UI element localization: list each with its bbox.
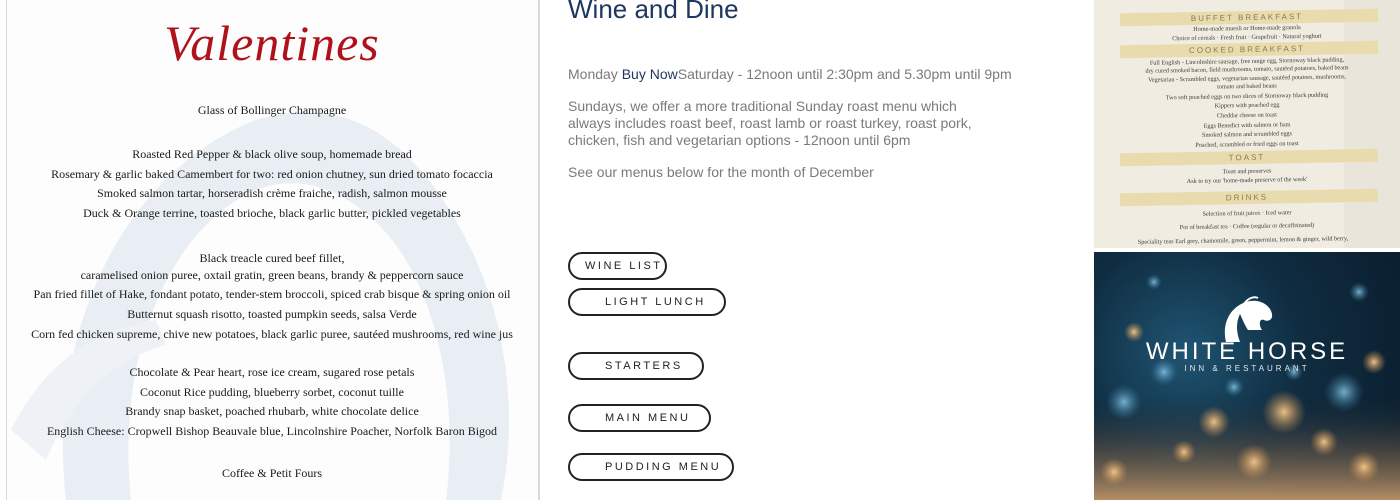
menu-line-champagne: Glass of Bollinger Champagne	[197, 103, 347, 117]
menu-title: Valentines	[164, 15, 380, 71]
menu-line-dessert: Coconut Rice pudding, blueberry sorbet, …	[140, 385, 404, 399]
menu-line-dessert: Brandy snap basket, poached rhubarb, whi…	[125, 404, 419, 418]
brand-name: WHITE HORSE	[1145, 338, 1349, 365]
white-horse-logo-photo: WHITE HORSE INN & RESTAURANT	[1094, 252, 1400, 500]
menu-line-dessert: Chocolate & Pear heart, rose ice cream, …	[129, 365, 415, 379]
horse-head-icon	[1224, 296, 1273, 342]
buy-now-link[interactable]: Buy Now	[622, 66, 678, 82]
starters-button-label: STARTERS	[605, 360, 683, 372]
bokeh-lights	[1094, 274, 1400, 500]
breakfast-menu-photo: BUFFET BREAKFAST Home-made muesli or Hom…	[1094, 0, 1400, 248]
menu-line-starter: Roasted Red Pepper & black olive soup, h…	[132, 147, 412, 161]
menu-line-dessert: English Cheese: Cropwell Bishop Beauvale…	[46, 424, 498, 438]
opening-hours: Monday Buy NowSaturday - 12noon until 2:…	[568, 66, 1012, 82]
menu-line-main: Pan fried fillet of Hake, fondant potato…	[33, 287, 511, 301]
valentines-menu-card: Valentines Glass of Bollinger Champagne …	[6, 0, 540, 500]
menu-line-coffee: Coffee & Petit Fours	[221, 466, 323, 480]
menu-line-main: Butternut squash risotto, toasted pumpki…	[127, 307, 417, 321]
light-lunch-button[interactable]: LIGHT LUNCH	[568, 288, 726, 316]
starters-button[interactable]: STARTERS	[568, 352, 704, 380]
page-title: Wine and Dine	[568, 0, 739, 24]
december-note: See our menus below for the month of Dec…	[568, 164, 874, 180]
pudding-menu-button[interactable]: PUDDING MENU	[568, 453, 734, 481]
wine-list-button[interactable]: WINE LIST	[568, 252, 667, 280]
light-lunch-button-label: LIGHT LUNCH	[605, 296, 706, 308]
wine-list-button-label: WINE LIST	[585, 260, 663, 272]
menu-line-main: Black treacle cured beef fillet,	[199, 251, 345, 265]
menu-line-starter: Duck & Orange terrine, toasted brioche, …	[83, 206, 461, 220]
brand-subtitle: INN & RESTAURANT	[1184, 364, 1310, 373]
menu-line-main: caramelised onion puree, oxtail gratin, …	[80, 268, 464, 282]
menu-line-starter: Rosemary & garlic baked Camembert for tw…	[51, 167, 493, 181]
hours-prefix: Monday	[568, 66, 622, 82]
sunday-description: Sundays, we offer a more traditional Sun…	[568, 98, 972, 148]
hours-suffix: Saturday - 12noon until 2:30pm and 5.30p…	[677, 66, 1012, 82]
main-menu-button[interactable]: MAIN MENU	[568, 404, 711, 432]
pudding-menu-button-label: PUDDING MENU	[605, 461, 722, 473]
menu-line-main: Corn fed chicken supreme, chive new pota…	[31, 327, 513, 341]
menu-line-starter: Smoked salmon tartar, horseradish crème …	[97, 186, 447, 200]
main-menu-button-label: MAIN MENU	[605, 412, 691, 424]
